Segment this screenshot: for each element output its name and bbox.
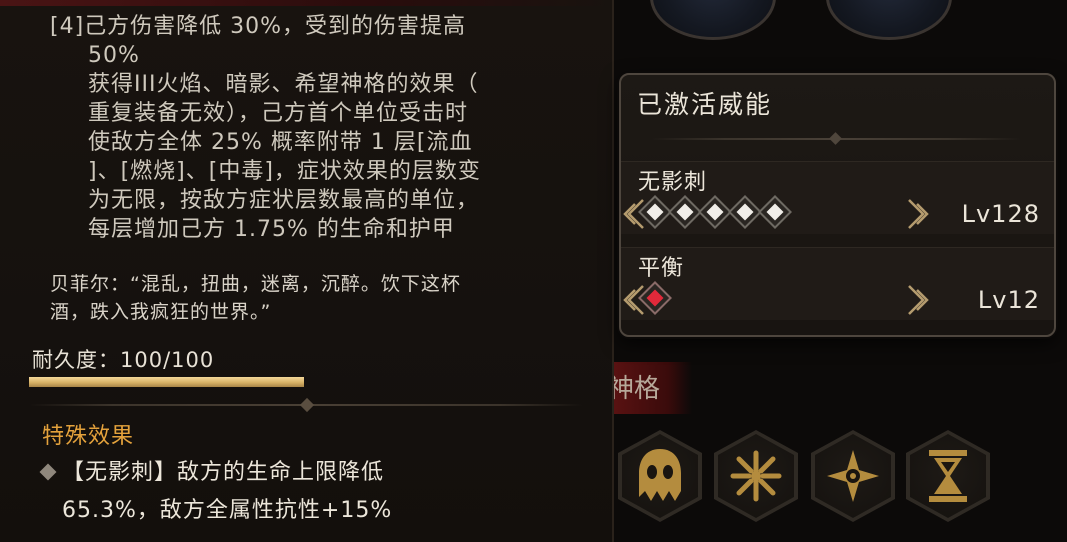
power-gem-icon xyxy=(638,281,672,315)
godhood-slot[interactable] xyxy=(618,430,702,522)
item-tooltip-panel: [4]己方伤害降低 30%，受到的伤害提高 50% 获得III火焰、暗影、希望神… xyxy=(0,0,614,542)
set-effect-line: 使敌方全体 25% 概率附带 1 层[流血 xyxy=(88,130,473,155)
godhood-slot[interactable] xyxy=(906,430,990,522)
background-relic-slot[interactable] xyxy=(650,0,776,40)
special-effect-line: 65.3%，敌方全属性抗性+15% xyxy=(62,498,393,523)
shuriken-compass-icon xyxy=(827,450,879,502)
popup-title: 已激活威能 xyxy=(637,90,773,119)
set-effect-line: 重复装备无效），己方首个单位受击时 xyxy=(88,101,469,126)
power-gem-row xyxy=(638,281,672,315)
power-level: Lv128 xyxy=(961,200,1040,228)
godhood-section-label: 神格 xyxy=(608,374,661,404)
durability-bar xyxy=(29,377,304,387)
tooltip-top-edge xyxy=(0,0,612,6)
set-effect-line: 每层增加己方 1.75% 的生命和护甲 xyxy=(88,217,455,242)
section-divider-ornament xyxy=(299,397,315,413)
power-name: 平衡 xyxy=(638,256,685,281)
hourglass-icon xyxy=(929,450,967,502)
flavor-quote-line: 贝菲尔：“混乱，扭曲，迷离，沉醉。饮下这杯 xyxy=(50,273,461,295)
flavor-quote: 贝菲尔：“混乱，扭曲，迷离，沉醉。饮下这杯 酒，跌入我疯狂的世界。” xyxy=(50,270,595,326)
power-row[interactable]: 平衡 Lv12 xyxy=(621,247,1054,320)
power-gem-icon xyxy=(638,195,672,229)
set-effect-description: [4]己方伤害降低 30%，受到的伤害提高 50% 获得III火焰、暗影、希望神… xyxy=(50,12,590,244)
durability-label: 耐久度：100/100 xyxy=(32,348,215,372)
power-row[interactable]: 无影刺 Lv128 xyxy=(621,161,1054,234)
bracket-right-icon xyxy=(908,285,929,315)
durability-bar-fill xyxy=(29,377,304,387)
bracket-right-icon xyxy=(908,199,929,229)
power-gem-icon xyxy=(668,195,702,229)
special-effect-description: 【无影刺】敌方的生命上限降低 65.3%，敌方全属性抗性+15% xyxy=(62,454,602,530)
set-effect-line: [4]己方伤害降低 30%，受到的伤害提高 xyxy=(50,14,467,39)
set-effect-line: 50% xyxy=(88,43,140,68)
power-gem-icon xyxy=(728,195,762,229)
background-relic-slot[interactable] xyxy=(826,0,952,40)
set-effect-line: 为无限，按敌方症状层数最高的单位， xyxy=(88,188,480,213)
special-effect-title: 特殊效果 xyxy=(42,424,135,449)
diamond-bullet-icon xyxy=(39,463,57,481)
godhood-slot[interactable] xyxy=(811,430,895,522)
ghost-skull-icon xyxy=(639,449,681,501)
power-name: 无影刺 xyxy=(638,170,708,195)
power-level: Lv12 xyxy=(977,286,1040,314)
power-gem-row xyxy=(638,195,792,229)
godhood-slot[interactable] xyxy=(714,430,798,522)
special-effect-line: 【无影刺】敌方的生命上限降低 xyxy=(62,460,385,485)
set-effect-line: 获得III火焰、暗影、希望神格的效果（ xyxy=(88,72,479,97)
activated-power-popup: 已激活威能 无影刺 Lv128 平衡 Lv12 xyxy=(619,73,1056,337)
set-effect-line: ]、[燃烧]、[中毒]，症状效果的层数变 xyxy=(88,159,481,184)
cracked-sigil-icon xyxy=(730,450,782,502)
flavor-quote-line: 酒，跌入我疯狂的世界。” xyxy=(50,301,272,323)
popup-divider-ornament xyxy=(829,132,842,145)
power-gem-icon xyxy=(698,195,732,229)
power-gem-icon xyxy=(758,195,792,229)
